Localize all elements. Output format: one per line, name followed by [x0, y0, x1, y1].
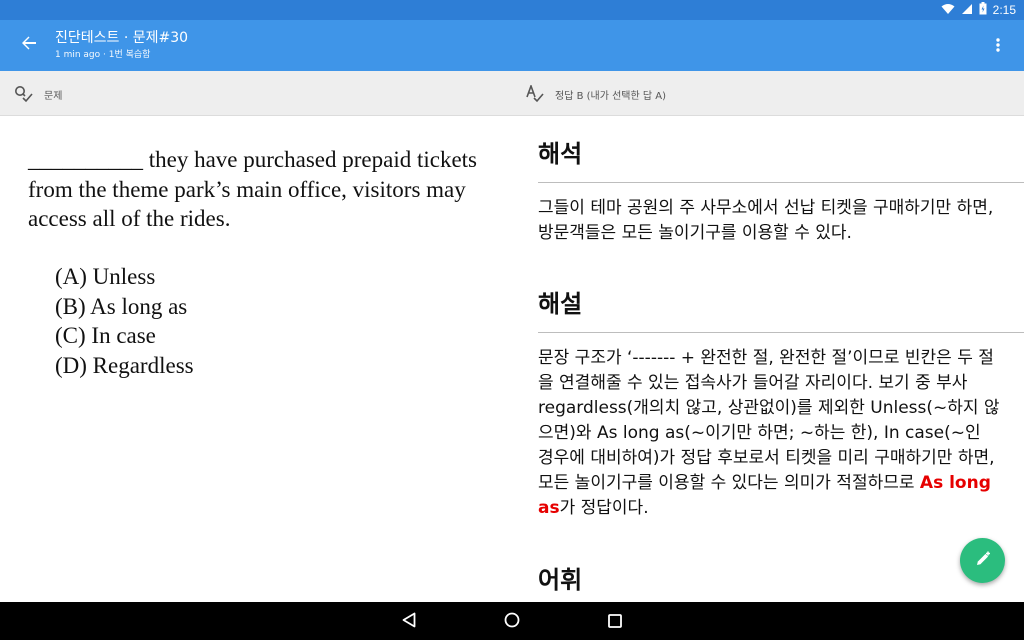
translation-title: 해석	[538, 140, 583, 168]
more-vert-icon	[996, 37, 1000, 56]
divider	[538, 182, 1024, 183]
status-time: 2:15	[992, 3, 1016, 17]
recents-square-icon	[608, 613, 622, 632]
signal-icon	[961, 3, 973, 18]
translation-body: 그들이 테마 공원의 주 사무소에서 선납 티켓을 구매하기만 하면, 방문객들…	[538, 198, 994, 243]
status-icons: 2:15	[941, 2, 1016, 18]
page-title: 진단테스트 · 문제#30	[55, 30, 189, 46]
option-c[interactable]: (C) In case	[55, 321, 194, 351]
vocab-section: 어휘	[538, 565, 998, 595]
answer-options: (A) Unless (B) As long as (C) In case (D…	[55, 262, 194, 380]
home-circle-icon	[504, 612, 520, 632]
explanation-pane: 해석 그들이 테마 공원의 주 사무소에서 선납 티켓을 구매하기만 하면, 방…	[512, 117, 1024, 602]
analysis-text: 문장 구조가 ‘------- + 완전한 절, 완전한 절’이므로 빈칸은 두…	[538, 348, 1000, 493]
analysis-tail: 가 정답이다.	[559, 498, 649, 518]
more-options-button[interactable]	[986, 32, 1010, 60]
question-pane-label: 문제	[44, 90, 63, 102]
question-pane: __________ they have purchased prepaid t…	[0, 117, 512, 602]
nav-back-button[interactable]	[398, 611, 420, 633]
nav-home-button[interactable]	[501, 611, 523, 633]
option-b[interactable]: (B) As long as	[55, 292, 194, 322]
back-button[interactable]	[14, 30, 44, 60]
back-triangle-icon	[402, 612, 416, 632]
option-d[interactable]: (D) Regardless	[55, 351, 194, 381]
analysis-body: 문장 구조가 ‘------- + 완전한 절, 완전한 절’이므로 빈칸은 두…	[538, 346, 1000, 521]
status-bar: 2:15	[0, 0, 1024, 20]
answer-check-icon	[525, 83, 545, 103]
pane-header-bar: 문제 정답 B (내가 선택한 답 A)	[0, 71, 1024, 116]
question-check-icon	[14, 85, 34, 103]
analysis-title: 해설	[538, 290, 583, 318]
translation-section: 해석 그들이 테마 공원의 주 사무소에서 선납 티켓을 구매하기만 하면, 방…	[538, 139, 1024, 246]
question-stem: __________ they have purchased prepaid t…	[28, 147, 478, 231]
app-bar: 진단테스트 · 문제#30 1 min ago · 1번 복습함	[0, 20, 1024, 71]
system-nav-bar	[0, 602, 1024, 640]
analysis-section: 해설 문장 구조가 ‘------- + 완전한 절, 완전한 절’이므로 빈칸…	[538, 289, 1024, 521]
answer-pane-label: 정답 B (내가 선택한 답 A)	[555, 90, 666, 102]
divider	[538, 332, 1024, 333]
answer-pane-header: 정답 B (내가 선택한 답 A)	[525, 83, 666, 103]
title-block: 진단테스트 · 문제#30 1 min ago · 1번 복습함	[55, 29, 188, 61]
edit-note-icon	[974, 550, 992, 572]
vocab-title: 어휘	[538, 566, 583, 594]
option-a[interactable]: (A) Unless	[55, 262, 194, 292]
arrow-back-icon	[21, 35, 37, 55]
page-subtitle: 1 min ago · 1번 복습함	[55, 50, 151, 60]
edit-note-button[interactable]	[960, 538, 1005, 583]
nav-recents-button[interactable]	[604, 611, 626, 633]
question-pane-header: 문제	[14, 85, 62, 103]
battery-icon	[979, 2, 987, 18]
wifi-icon	[941, 3, 955, 18]
